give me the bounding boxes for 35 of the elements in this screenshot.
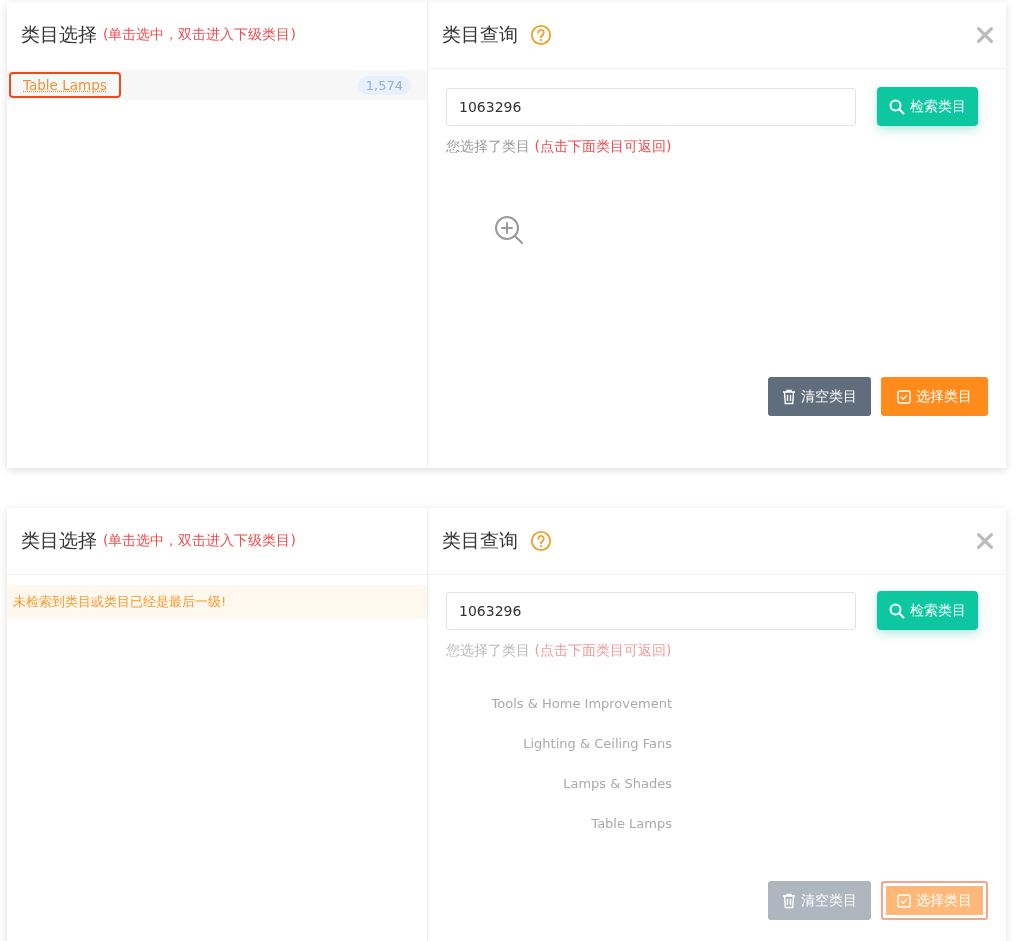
count-badge: 1,574 — [357, 75, 411, 95]
notice-message: 未检索到类目或类目已经是最后一级! — [7, 585, 427, 619]
trash-icon — [782, 388, 796, 405]
panel-title: 类目查询 — [442, 528, 518, 553]
search-field[interactable]: 1063296 — [446, 87, 856, 126]
trash-icon — [782, 892, 796, 909]
search-field[interactable]: 1063296 — [446, 591, 856, 630]
clear-button[interactable]: 清空类目 — [768, 377, 871, 416]
select-button[interactable]: 选择类目 — [881, 881, 988, 920]
close-icon[interactable] — [974, 24, 996, 46]
category-label[interactable]: Table Lamps — [9, 72, 121, 98]
selected-category-text: 您选择了类目 (点击下面类目可返回) — [446, 642, 673, 660]
help-icon[interactable] — [530, 530, 552, 552]
zoom-in-icon — [493, 214, 525, 246]
search-icon — [889, 98, 905, 115]
hint-text: (单击选中，双击进入下级类目) — [103, 532, 296, 550]
checkbox-icon — [897, 893, 911, 908]
selected-category-text: 您选择了类目 (点击下面类目可返回) — [446, 138, 673, 156]
search-button[interactable]: 检索类目 — [877, 591, 978, 630]
breadcrumb-item[interactable]: Tools & Home Improvement — [446, 684, 672, 724]
panel-title: 类目查询 — [442, 22, 518, 47]
panel-title: 类目选择 — [21, 528, 97, 553]
hint-text: (单击选中，双击进入下级类目) — [103, 26, 296, 44]
breadcrumb-item[interactable]: Lighting & Ceiling Fans — [446, 724, 672, 764]
search-icon — [889, 602, 905, 619]
panel-title: 类目选择 — [21, 22, 97, 47]
checkbox-icon — [897, 389, 911, 404]
clear-button[interactable]: 清空类目 — [768, 881, 871, 920]
breadcrumb-item[interactable]: Lamps & Shades — [446, 764, 672, 804]
close-icon[interactable] — [974, 530, 996, 552]
breadcrumb-item[interactable]: Table Lamps — [446, 804, 672, 844]
help-icon[interactable] — [530, 24, 552, 46]
category-item[interactable]: Table Lamps 1,574 — [7, 70, 427, 100]
search-button[interactable]: 检索类目 — [877, 87, 978, 126]
select-button[interactable]: 选择类目 — [881, 377, 988, 416]
